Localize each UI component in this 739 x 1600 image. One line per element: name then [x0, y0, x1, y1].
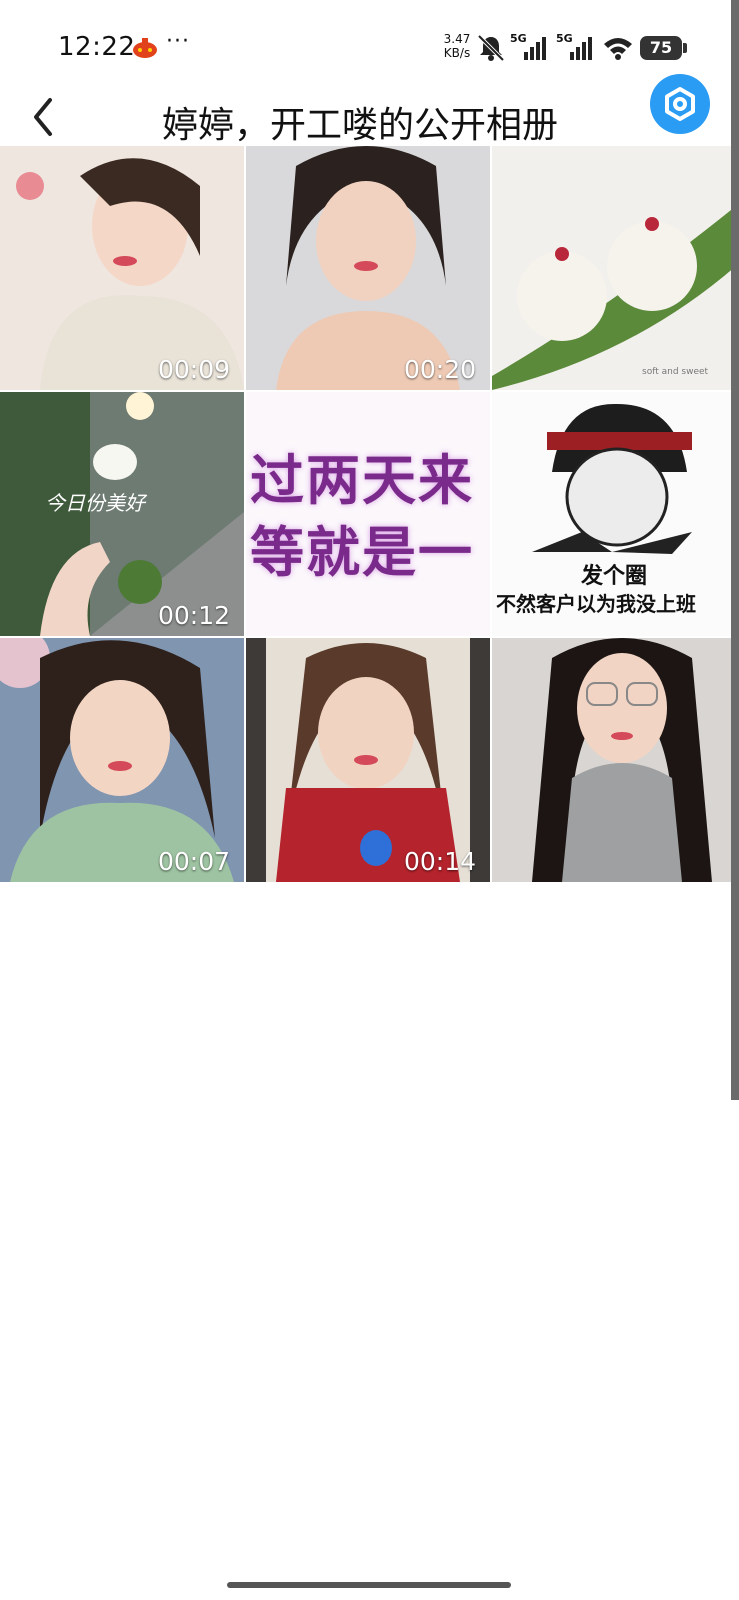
video-duration: 00:09	[157, 355, 230, 384]
meme-text-line-2: 等就是一	[250, 521, 474, 584]
back-arrow-icon[interactable]	[22, 92, 64, 142]
album-item-video[interactable]: 00:07	[0, 638, 244, 882]
meme-caption-1: 发个圈	[580, 564, 647, 589]
thumbnail-image	[0, 146, 244, 390]
network-speed-unit: KB/s	[443, 46, 471, 60]
signal-tag-2: 5G	[556, 32, 573, 45]
network-speed-value: 3.47	[443, 32, 471, 46]
video-duration: 00:14	[403, 847, 476, 876]
status-time: 12:22	[58, 32, 136, 62]
album-item-video[interactable]: 00:14	[246, 638, 490, 882]
settings-button[interactable]	[650, 74, 710, 134]
photo-caption: soft and sweet	[642, 367, 709, 377]
signal-strength-icon: 5G	[510, 32, 550, 62]
thumbnail-image: soft and sweet	[492, 146, 736, 390]
thumbnail-image	[0, 638, 244, 882]
status-bar: 12:22 ··· 3.47 KB/s 5G 5G 75	[0, 0, 739, 92]
more-notifications-icon: ···	[166, 29, 190, 54]
video-duration: 00:07	[157, 847, 230, 876]
album-item-video[interactable]: 00:09	[0, 146, 244, 390]
thumbnail-image: 今日份美好	[0, 392, 244, 636]
meme-text-line-1: 过两天来	[250, 449, 474, 512]
page-title: 婷婷，开工喽的公开相册	[161, 105, 558, 146]
battery-indicator: 75	[640, 36, 687, 60]
meme-caption-2: 不然客户以为我没上班	[496, 592, 696, 616]
app-header: 婷婷，开工喽的公开相册	[0, 74, 739, 146]
signal-tag-1: 5G	[510, 32, 527, 45]
album-item-photo[interactable]: soft and sweet	[492, 146, 736, 390]
album-item-photo[interactable]: 发个圈 不然客户以为我没上班	[492, 392, 736, 636]
album-item-video[interactable]: 00:20	[246, 146, 490, 390]
signal-strength-icon: 5G	[556, 32, 596, 62]
scrollbar[interactable]	[731, 0, 739, 1100]
wifi-icon	[604, 38, 632, 60]
album-item-photo[interactable]	[492, 638, 736, 882]
video-duration: 00:20	[403, 355, 476, 384]
video-overlay-text: 今日份美好	[45, 491, 148, 515]
album-item-video[interactable]: 今日份美好 00:12	[0, 392, 244, 636]
video-duration: 00:12	[157, 601, 230, 630]
mute-bell-icon	[477, 34, 505, 62]
settings-hexagon-icon	[665, 87, 695, 121]
thumbnail-image	[492, 638, 736, 882]
network-speed: 3.47 KB/s	[440, 32, 474, 60]
thumbnail-image	[246, 146, 490, 390]
album-item-photo[interactable]: 过两天来 等就是一	[246, 392, 490, 636]
home-indicator[interactable]	[227, 1582, 511, 1588]
notification-app-icon	[133, 38, 157, 58]
thumbnail-image	[246, 638, 490, 882]
